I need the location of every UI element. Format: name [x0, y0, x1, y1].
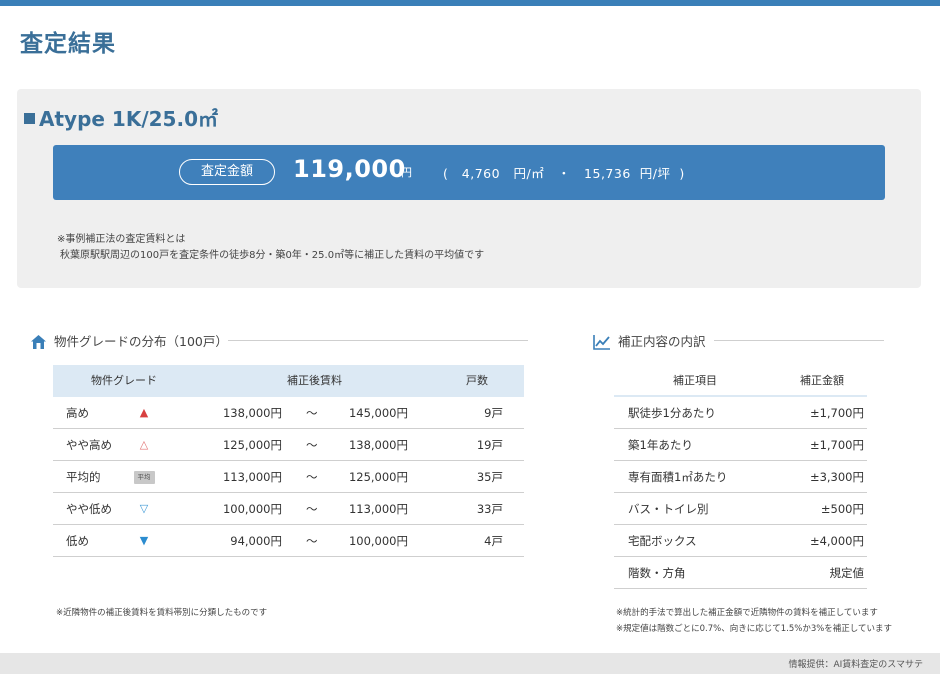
distribution-heading-label: 物件グレードの分布（100戸） — [54, 334, 228, 349]
table-row: 平均的 平均 113,000円 ～ 125,000円 35戸 — [53, 461, 524, 493]
range-tilde: ～ — [306, 534, 318, 548]
distribution-heading-rule — [228, 340, 528, 341]
property-type-label: Atype 1K/25.0㎡ — [39, 107, 218, 131]
rent-low: 113,000円 — [222, 470, 282, 484]
triangle-up-outline-icon: △ — [139, 438, 149, 451]
rent-low: 94,000円 — [230, 534, 282, 548]
house-icon — [30, 334, 47, 353]
average-badge: 平均 — [128, 461, 160, 493]
adjustment-item: 専有面積1㎡あたり — [628, 470, 728, 484]
method-note-body: 秋葉原駅駅周辺の100戸を査定条件の徒歩8分・築0年・25.0㎡等に補正した賃料… — [60, 250, 485, 261]
page-title: 査定結果 — [20, 31, 116, 57]
table-row: やや高め △ 125,000円 ～ 138,000円 19戸 — [53, 429, 524, 461]
price-label-pill: 査定金額 — [179, 159, 275, 185]
range-tilde: ～ — [306, 438, 318, 452]
table-header: 補正項目 補正金額 — [614, 365, 867, 397]
adjustment-item: 階数・方角 — [628, 566, 686, 580]
rent-low: 100,000円 — [222, 502, 282, 516]
breakdown-heading-label: 補正内容の内訳 — [618, 334, 706, 349]
distribution-note: ※近隣物件の補正後賃料を賃料帯別に分類したものです — [56, 608, 268, 618]
price-amount: 119,000 — [293, 155, 406, 183]
table-row: 宅配ボックス ±4,000円 — [614, 525, 867, 557]
rent-high: 125,000円 — [348, 470, 408, 484]
adjustment-amount: ±1,700円 — [809, 406, 864, 420]
price-unit: 円 — [401, 166, 412, 179]
grade-label: やや低め — [66, 502, 112, 516]
adjustment-amount: ±500円 — [820, 502, 864, 516]
rent-high: 100,000円 — [348, 534, 408, 548]
unit-count: 35戸 — [476, 470, 503, 484]
price-banner: 査定金額 119,000 円 ( 4,760 円/㎡ ・ 15,736 円/坪 … — [53, 145, 885, 200]
adjustment-amount: 規定値 — [829, 566, 865, 580]
breakdown-heading: 補正内容の内訳 — [593, 331, 706, 353]
unit-count: 9戸 — [484, 406, 503, 420]
range-tilde: ～ — [306, 406, 318, 420]
adjustment-item: 駅徒歩1分あたり — [628, 406, 716, 420]
adjustment-item: 宅配ボックス — [628, 534, 697, 548]
table-row: 高め ▲ 138,000円 ～ 145,000円 9戸 — [53, 397, 524, 429]
range-tilde: ～ — [306, 470, 318, 484]
rent-low: 138,000円 — [222, 406, 282, 420]
column-header-count: 戸数 — [466, 374, 488, 387]
adjustment-item: 築1年あたり — [628, 438, 693, 452]
unit-count: 4戸 — [484, 534, 503, 548]
line-chart-icon — [593, 334, 611, 353]
column-header-rent: 補正後賃料 — [287, 374, 342, 387]
grade-label: 平均的 — [66, 470, 101, 484]
grade-distribution-table: 物件グレード 補正後賃料 戸数 高め ▲ 138,000円 ～ 145,000円… — [53, 365, 524, 557]
column-header-item: 補正項目 — [673, 374, 717, 387]
rent-high: 113,000円 — [348, 502, 408, 516]
table-row: 駅徒歩1分あたり ±1,700円 — [614, 397, 867, 429]
table-header: 物件グレード 補正後賃料 戸数 — [53, 365, 524, 397]
breakdown-note-2: ※規定値は階数ごとに0.7%、向きに応じて1.5%か3%を補正しています — [616, 624, 893, 634]
table-row: やや低め ▽ 100,000円 ～ 113,000円 33戸 — [53, 493, 524, 525]
rent-high: 145,000円 — [348, 406, 408, 420]
grade-label: 高め — [66, 406, 89, 420]
grade-label: 低め — [66, 534, 89, 548]
table-row: 専有面積1㎡あたり ±3,300円 — [614, 461, 867, 493]
average-badge-label: 平均 — [133, 471, 155, 484]
unit-count: 33戸 — [476, 502, 503, 516]
top-accent-bar — [0, 0, 940, 6]
unit-count: 19戸 — [476, 438, 503, 452]
footer-bar: 情報提供：AI賃料査定のスマサテ — [0, 653, 940, 674]
adjustment-item: バス・トイレ別 — [628, 502, 709, 516]
distribution-heading: 物件グレードの分布（100戸） — [30, 331, 228, 353]
price-detail: ( 4,760 円/㎡ ・ 15,736 円/坪 ) — [443, 166, 685, 181]
adjustment-amount: ±1,700円 — [809, 438, 864, 452]
rent-low: 125,000円 — [222, 438, 282, 452]
property-type-heading: Atype 1K/25.0㎡ — [24, 103, 218, 132]
breakdown-heading-rule — [714, 340, 884, 341]
grade-label: やや高め — [66, 438, 112, 452]
table-row: バス・トイレ別 ±500円 — [614, 493, 867, 525]
adjustment-amount: ±4,000円 — [809, 534, 864, 548]
triangle-down-filled-icon: ▼ — [139, 534, 149, 547]
breakdown-note-1: ※統計的手法で算出した補正金額で近隣物件の賃料を補正しています — [616, 608, 878, 618]
triangle-down-outline-icon: ▽ — [139, 502, 149, 515]
adjustment-amount: ±3,300円 — [809, 470, 864, 484]
range-tilde: ～ — [306, 502, 318, 516]
column-header-amount: 補正金額 — [800, 374, 844, 387]
method-note-title: ※事例補正法の査定賃料とは — [57, 234, 186, 245]
triangle-up-filled-icon: ▲ — [139, 406, 149, 419]
footer-credit: 情報提供：AI賃料査定のスマサテ — [788, 660, 923, 670]
adjustment-breakdown-table: 補正項目 補正金額 駅徒歩1分あたり ±1,700円 築1年あたり ±1,700… — [614, 365, 867, 589]
table-row: 階数・方角 規定値 — [614, 557, 867, 589]
rent-high: 138,000円 — [348, 438, 408, 452]
square-bullet-icon — [24, 113, 35, 124]
table-row: 築1年あたり ±1,700円 — [614, 429, 867, 461]
column-header-grade: 物件グレード — [91, 374, 157, 387]
table-row: 低め ▼ 94,000円 ～ 100,000円 4戸 — [53, 525, 524, 557]
